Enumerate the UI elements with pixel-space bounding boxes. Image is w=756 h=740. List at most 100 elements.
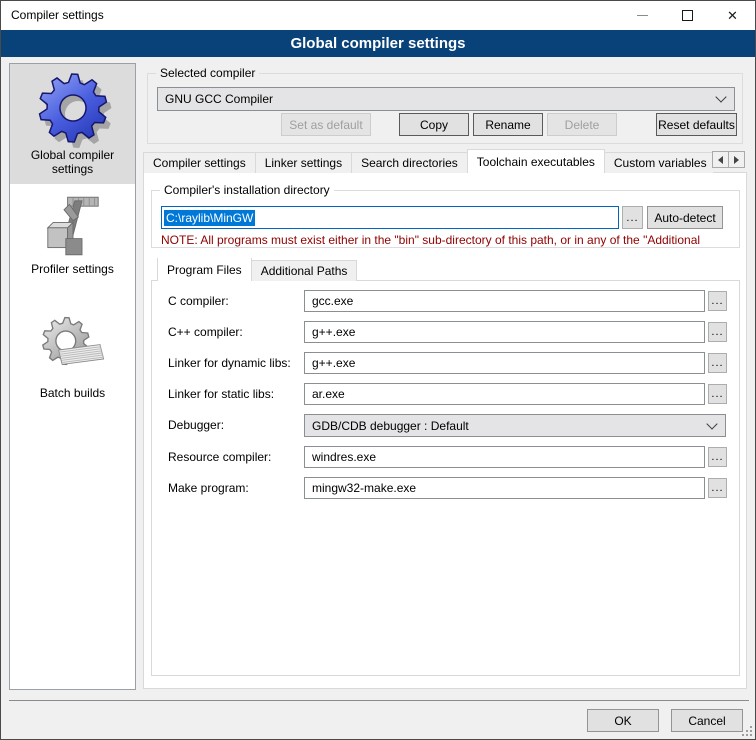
- compiler-select[interactable]: GNU GCC Compiler: [157, 87, 735, 111]
- ellipsis-icon: ...: [711, 482, 723, 494]
- page-title: Global compiler settings: [290, 35, 465, 52]
- tab-additional-paths[interactable]: Additional Paths: [251, 260, 358, 281]
- sidebar-item-label: Batch builds: [23, 386, 123, 400]
- reset-defaults-button[interactable]: Reset defaults: [656, 113, 737, 136]
- tab-compiler-settings[interactable]: Compiler settings: [143, 152, 256, 173]
- sidebar-item-profiler-settings[interactable]: Profiler settings: [10, 184, 135, 292]
- blue-gear-icon: [33, 68, 113, 148]
- field-value: g++.exe: [312, 356, 355, 370]
- tab-scroll-arrows: [713, 151, 745, 168]
- sidebar-item-label: Global compiler settings: [23, 148, 123, 176]
- tab-linker-settings[interactable]: Linker settings: [255, 152, 352, 173]
- footer-divider: [9, 700, 749, 701]
- linker-for-static-libs-input[interactable]: ar.exe: [304, 383, 705, 405]
- browse-button[interactable]: ...: [708, 291, 727, 311]
- caliper-icon: [37, 190, 109, 262]
- field-value: windres.exe: [312, 450, 376, 464]
- tab-label: Search directories: [361, 156, 458, 170]
- c-compiler-input[interactable]: gcc.exe: [304, 290, 705, 312]
- make-program-input[interactable]: mingw32-make.exe: [304, 477, 705, 499]
- window-controls: ✕: [620, 1, 755, 30]
- compiler-settings-dialog: Compiler settings ✕ Global compiler sett…: [0, 0, 756, 740]
- ellipsis-icon: ...: [711, 451, 723, 463]
- delete-button: Delete: [547, 113, 617, 136]
- copy-button[interactable]: Copy: [399, 113, 469, 136]
- tab-custom-variables[interactable]: Custom variables: [604, 152, 713, 173]
- cancel-label: Cancel: [688, 714, 725, 728]
- tab-label: Toolchain executables: [477, 155, 595, 169]
- ellipsis-icon: ...: [711, 326, 723, 338]
- ellipsis-icon: ...: [711, 357, 723, 369]
- browse-button[interactable]: ...: [708, 384, 727, 404]
- field-label: Debugger:: [168, 418, 224, 432]
- button-label: Set as default: [289, 118, 362, 132]
- field-value: gcc.exe: [312, 294, 353, 308]
- selected-path-text: C:\raylib\MinGW: [164, 210, 255, 226]
- auto-detect-label: Auto-detect: [654, 211, 715, 225]
- sidebar-item-label: Profiler settings: [23, 262, 123, 276]
- chevron-down-icon: [706, 418, 717, 429]
- tab-label: Compiler settings: [153, 156, 246, 170]
- selected-compiler-legend: Selected compiler: [156, 66, 259, 80]
- minimize-button[interactable]: [620, 1, 665, 30]
- tab-program-files[interactable]: Program Files: [157, 258, 252, 281]
- field-label: Linker for dynamic libs:: [168, 356, 291, 370]
- sidebar-item-global-compiler-settings[interactable]: Global compiler settings: [10, 64, 135, 184]
- auto-detect-button[interactable]: Auto-detect: [647, 206, 723, 229]
- title-bar: Compiler settings ✕: [1, 1, 755, 30]
- set-as-default-button: Set as default: [281, 113, 371, 136]
- compiler-select-value: GNU GCC Compiler: [165, 88, 273, 110]
- ok-button[interactable]: OK: [587, 709, 659, 732]
- cancel-button[interactable]: Cancel: [671, 709, 743, 732]
- page-title-banner: Global compiler settings: [1, 30, 755, 57]
- field-value: g++.exe: [312, 325, 355, 339]
- close-button[interactable]: ✕: [710, 1, 755, 30]
- installation-directory-input[interactable]: C:\raylib\MinGW: [161, 206, 619, 229]
- c-compiler-input[interactable]: g++.exe: [304, 321, 705, 343]
- rename-button[interactable]: Rename: [473, 113, 543, 136]
- tab-label: Linker settings: [265, 156, 342, 170]
- button-label: Rename: [485, 118, 530, 132]
- tab-scroll-left-button[interactable]: [712, 151, 729, 168]
- resource-compiler-input[interactable]: windres.exe: [304, 446, 705, 468]
- maximize-icon: [682, 10, 693, 21]
- window-title: Compiler settings: [11, 1, 104, 30]
- maximize-button[interactable]: [665, 1, 710, 30]
- tab-scroll-right-button[interactable]: [728, 151, 745, 168]
- ellipsis-icon: ...: [711, 295, 723, 307]
- debugger-select[interactable]: GDB/CDB debugger : Default: [304, 414, 726, 437]
- tab-toolchain-executables[interactable]: Toolchain executables: [467, 149, 605, 173]
- button-label: Reset defaults: [658, 118, 735, 132]
- ellipsis-icon: ...: [626, 212, 638, 224]
- linker-for-dynamic-libs-input[interactable]: g++.exe: [304, 352, 705, 374]
- tab-label: Additional Paths: [261, 264, 348, 278]
- note-text: NOTE: All programs must exist either in …: [161, 233, 735, 247]
- tab-label: Program Files: [167, 263, 242, 277]
- gear-stack-icon: [37, 314, 109, 386]
- browse-directory-button[interactable]: ...: [622, 206, 643, 229]
- sidebar-item-batch-builds[interactable]: Batch builds: [10, 292, 135, 410]
- tab-label: Custom variables: [614, 156, 707, 170]
- settings-category-list: Global compiler settings Profiler setting…: [9, 63, 136, 690]
- button-label: Copy: [420, 118, 448, 132]
- button-label: Delete: [565, 118, 600, 132]
- close-icon: ✕: [727, 9, 738, 22]
- select-value: GDB/CDB debugger : Default: [312, 415, 469, 436]
- field-label: Resource compiler:: [168, 450, 271, 464]
- tab-search-directories[interactable]: Search directories: [351, 152, 468, 173]
- installation-directory-legend: Compiler's installation directory: [160, 183, 334, 197]
- minimize-icon: [637, 15, 648, 16]
- chevron-down-icon: [715, 91, 726, 102]
- resize-grip[interactable]: [742, 726, 752, 736]
- browse-button[interactable]: ...: [708, 322, 727, 342]
- browse-button[interactable]: ...: [708, 353, 727, 373]
- arrow-left-icon: [718, 156, 723, 164]
- ok-label: OK: [614, 714, 631, 728]
- field-label: C compiler:: [168, 294, 229, 308]
- arrow-right-icon: [734, 156, 739, 164]
- field-value: mingw32-make.exe: [312, 481, 416, 495]
- browse-button[interactable]: ...: [708, 447, 727, 467]
- field-value: ar.exe: [312, 387, 345, 401]
- ellipsis-icon: ...: [711, 388, 723, 400]
- browse-button[interactable]: ...: [708, 478, 727, 498]
